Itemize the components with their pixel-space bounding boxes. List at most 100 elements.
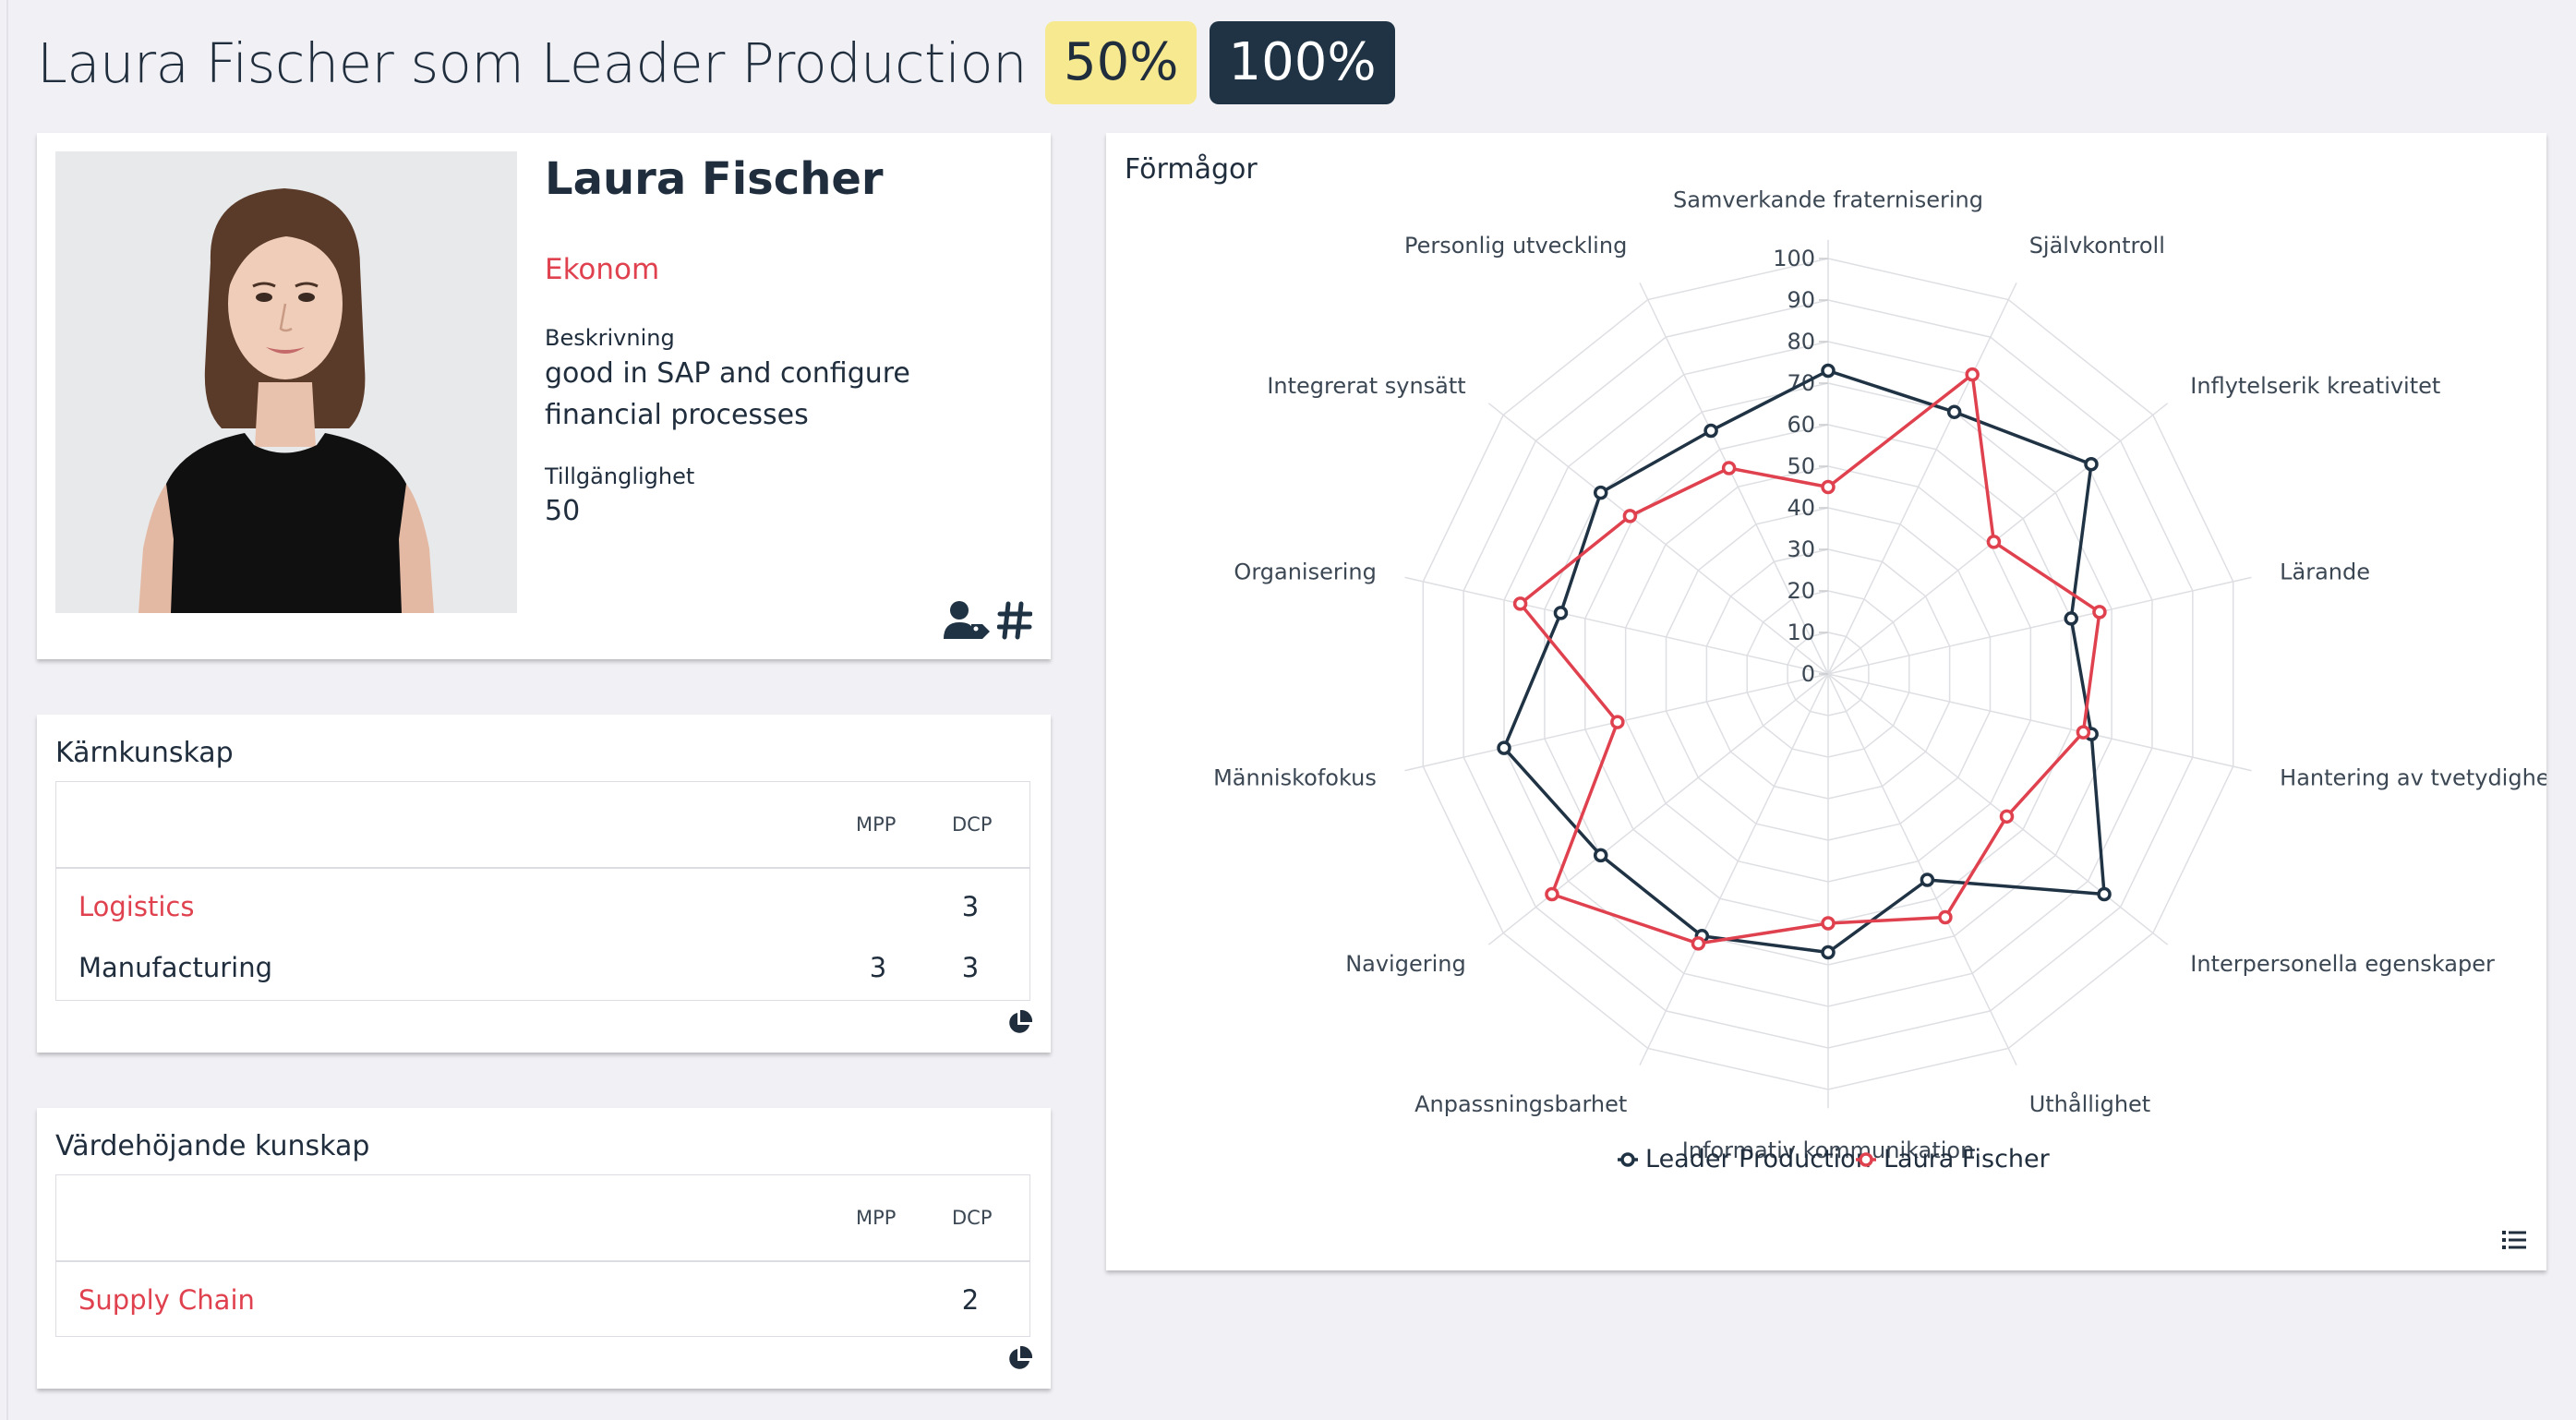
radar-tick-label: 40	[1787, 495, 1815, 521]
availability-value: 50	[545, 495, 581, 527]
radar-spoke	[1827, 576, 2252, 675]
legend-label[interactable]: Laura Fischer	[1884, 1145, 2051, 1173]
radar-data-point[interactable]	[1610, 715, 1625, 729]
pie-chart-icon[interactable]	[1006, 1010, 1032, 1036]
radar-tick-label: 100	[1773, 246, 1815, 271]
radar-axis-label: Integrerat synsätt	[1267, 373, 1465, 399]
radar-data-point[interactable]	[2092, 605, 2107, 620]
radar-data-point[interactable]	[1999, 809, 2015, 824]
radar-spoke	[1487, 673, 1829, 945]
radar-data-point[interactable]	[2097, 886, 2112, 902]
pie-chart-icon[interactable]	[1006, 1346, 1032, 1372]
radar-data-point[interactable]	[1593, 485, 1608, 500]
radar-spoke	[1827, 282, 2017, 675]
skill-manufacturing-mpp: 3	[869, 952, 887, 983]
person-portrait-image	[55, 151, 517, 613]
radar-axis-labels: Samverkande fraternisering Självkontroll I…	[1213, 187, 2546, 1163]
radar-data-point[interactable]	[1821, 916, 1836, 931]
list-icon[interactable]	[2502, 1230, 2526, 1250]
description-label: Beskrivning	[545, 325, 675, 351]
radar-data-point[interactable]	[1821, 363, 1836, 379]
col-dcp: DCP	[952, 1207, 993, 1229]
skill-logistics-dcp: 3	[961, 891, 980, 922]
radar-axis-label: Interpersonella egenskaper	[2190, 951, 2495, 977]
skill-supply-chain[interactable]: Supply Chain	[78, 1284, 255, 1316]
radar-data-point[interactable]	[1920, 872, 1935, 887]
radar-axis-label: Lärande	[2280, 559, 2370, 584]
radar-data-point[interactable]	[1821, 945, 1836, 960]
radar-chart: 0102030405060708090100 Samverkande frate…	[1213, 187, 2546, 1173]
radar-axis-label: Samverkande fraternisering	[1673, 187, 1983, 212]
radar-data-point[interactable]	[2084, 456, 2099, 472]
value-skills-title: Värdehöjande kunskap	[55, 1130, 370, 1162]
hashtag-icon[interactable]	[997, 600, 1032, 641]
left-border	[6, 0, 8, 1420]
user-tag-icon[interactable]	[944, 600, 992, 641]
radar-axis-label: Inflytelserik kreativitet	[2190, 373, 2440, 399]
profile-role: Ekonom	[545, 253, 660, 286]
radar-axis-label: Människofokus	[1213, 765, 1377, 791]
radar-axis-label: Hantering av tvetydighet	[2280, 765, 2546, 791]
radar-data-point[interactable]	[1553, 606, 1569, 620]
radar-data-point[interactable]	[2064, 611, 2078, 626]
radar-data-point[interactable]	[1938, 909, 1953, 925]
profile-actions	[944, 600, 1032, 641]
radar-spoke	[1827, 673, 2169, 945]
core-skills-title: Kärnkunskap	[55, 737, 234, 769]
page-header: Laura Fischer som Leader Production 50% …	[37, 20, 1395, 105]
full-badge: 100%	[1210, 21, 1395, 104]
col-dcp: DCP	[952, 813, 993, 836]
radar-data-point[interactable]	[1721, 461, 1737, 475]
radar-data-point[interactable]	[1545, 886, 1559, 902]
core-skills-table: MPP DCP Logistics 3 Manufacturing 3 3	[55, 781, 1030, 1001]
radar-spoke	[1827, 673, 2017, 1066]
radar-tick-label: 80	[1787, 329, 1815, 355]
radar-spoke	[1827, 673, 2252, 772]
description-text: good in SAP and configure financial proc…	[545, 357, 910, 431]
legend-label[interactable]: Leader Production	[1645, 1145, 1872, 1173]
radar-axis-label: Personlig utveckling	[1404, 233, 1627, 259]
radar-spoke	[1404, 576, 1829, 675]
radar-axis-label: Organisering	[1234, 559, 1376, 584]
profile-card: Laura Fischer Ekonom Beskrivning good in…	[37, 133, 1051, 659]
radar-data-point[interactable]	[1946, 404, 1962, 419]
profile-photo	[55, 151, 517, 613]
radar-axis-label: Anpassningsbarhet	[1414, 1091, 1627, 1117]
radar-tick-labels: 0102030405060708090100	[1773, 246, 1828, 687]
radar-tick-label: 10	[1787, 620, 1815, 645]
value-skills-table: MPP DCP Supply Chain 2	[55, 1174, 1030, 1337]
radar-spoke	[1487, 403, 1829, 675]
radar-legend: Leader Production Laura Fischer	[1618, 1145, 2051, 1173]
radar-data-point[interactable]	[1965, 367, 1980, 382]
legend-marker	[1859, 1152, 1873, 1167]
radar-data-point[interactable]	[1986, 535, 2002, 549]
radar-axis-label: Uthållighet	[2029, 1090, 2151, 1117]
radar-data-point[interactable]	[2076, 725, 2091, 740]
abilities-card: Förmågor 0 10 20 30 40 50 60 70 80 90 100 Samverka…	[1106, 133, 2546, 1270]
skill-manufacturing-dcp: 3	[961, 952, 980, 983]
col-mpp: MPP	[856, 813, 897, 836]
skill-manufacturing: Manufacturing	[78, 952, 272, 983]
radar-data-point[interactable]	[1497, 740, 1511, 755]
radar-tick-label: 90	[1787, 287, 1815, 313]
radar-axis-label: Självkontroll	[2029, 233, 2165, 259]
radar-tick-label: 20	[1787, 578, 1815, 604]
radar-data-point[interactable]	[1703, 423, 1718, 439]
table-divider	[56, 867, 1029, 869]
radar-axis-label: Navigering	[1345, 951, 1466, 977]
table-divider	[56, 1260, 1029, 1262]
core-skills-card: Kärnkunskap MPP DCP Logistics 3 Manufact…	[37, 715, 1051, 1053]
radar-tick-label: 50	[1787, 453, 1815, 479]
radar-tick-label: 30	[1787, 536, 1815, 562]
radar-data-point[interactable]	[1593, 848, 1608, 863]
profile-name: Laura Fischer	[545, 153, 884, 205]
col-mpp: MPP	[856, 1207, 897, 1229]
radar-data-point[interactable]	[1691, 936, 1706, 951]
radar-data-point[interactable]	[1622, 509, 1638, 523]
match-badge: 50%	[1045, 21, 1198, 104]
value-skills-card: Värdehöjande kunskap MPP DCP Supply Chai…	[37, 1108, 1051, 1389]
radar-data-point[interactable]	[1821, 479, 1836, 495]
skill-logistics[interactable]: Logistics	[78, 891, 194, 922]
radar-tick-label: 60	[1787, 412, 1815, 438]
radar-data-point[interactable]	[1512, 596, 1528, 611]
